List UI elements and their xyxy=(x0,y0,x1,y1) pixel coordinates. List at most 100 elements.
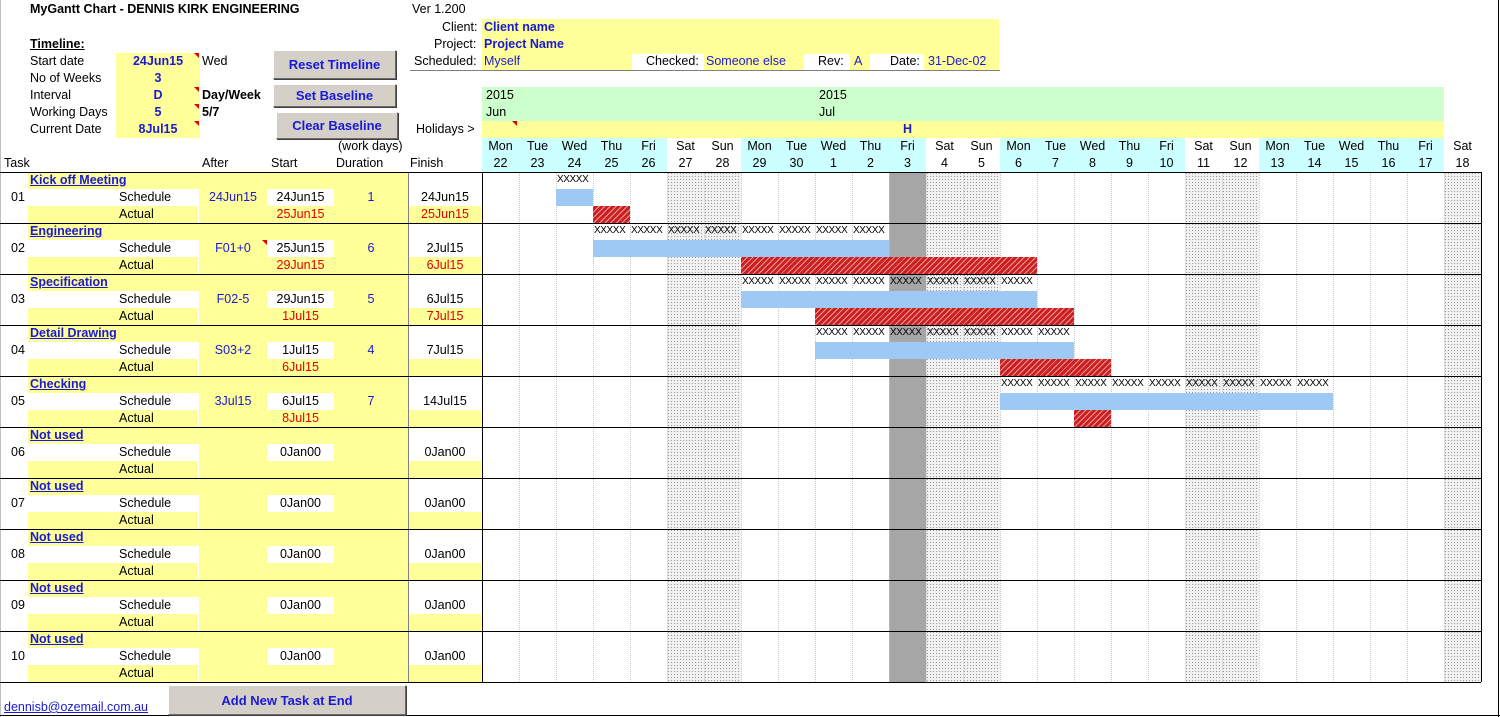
col-duration-note: (work days) xyxy=(338,139,403,153)
day-of-week: Fri xyxy=(641,139,656,153)
schedule-label: Schedule xyxy=(119,394,172,408)
baseline-mark: XXXXX xyxy=(1260,378,1292,389)
holiday-marker[interactable]: H xyxy=(889,122,926,136)
clear-baseline-button[interactable]: Clear Baseline xyxy=(276,112,398,139)
day-of-week: Wed xyxy=(820,139,847,153)
actual-label: Actual xyxy=(119,411,154,425)
scheduled-field[interactable]: Myself xyxy=(484,54,520,68)
interval-field[interactable]: D xyxy=(116,87,200,104)
day-of-month: 8 xyxy=(1089,156,1096,170)
task-name[interactable]: Not used xyxy=(30,581,83,595)
task-name[interactable]: Not used xyxy=(30,632,83,646)
after-field[interactable]: S03+2 xyxy=(199,343,267,357)
task-name[interactable]: Specification xyxy=(30,275,108,289)
actual-bar[interactable] xyxy=(593,206,630,223)
day-of-month: 26 xyxy=(641,156,656,170)
date-label: Date: xyxy=(890,54,920,68)
duration-field[interactable]: 6 xyxy=(334,241,408,255)
actual-finish-field[interactable]: 6Jul15 xyxy=(409,258,481,272)
baseline-mark: XXXXX xyxy=(816,276,848,287)
schedule-bar[interactable] xyxy=(1000,393,1333,410)
month-name: Jun xyxy=(486,105,507,119)
schedule-bar[interactable] xyxy=(815,342,1074,359)
day-of-month: 17 xyxy=(1418,156,1433,170)
actual-start-field[interactable]: 29Jun15 xyxy=(267,258,334,272)
actual-bar[interactable] xyxy=(815,308,1074,325)
duration-field[interactable]: 7 xyxy=(334,394,408,408)
day-of-month: 1 xyxy=(830,156,837,170)
day-of-month: 14 xyxy=(1307,156,1322,170)
actual-finish-field[interactable]: 25Jun15 xyxy=(409,207,481,221)
weeks-field[interactable]: 3 xyxy=(116,70,200,87)
interval-label: Interval xyxy=(30,88,71,102)
day-of-month: 13 xyxy=(1270,156,1285,170)
add-task-button[interactable]: Add New Task at End xyxy=(168,685,406,715)
task-number: 09 xyxy=(11,598,25,612)
task-name[interactable]: Detail Drawing xyxy=(30,326,117,340)
task-name[interactable]: Not used xyxy=(30,479,83,493)
actual-label: Actual xyxy=(119,615,154,629)
duration-field[interactable]: 4 xyxy=(334,343,408,357)
month-name: Jul xyxy=(819,105,835,119)
col-duration: Duration xyxy=(336,156,384,170)
day-of-month: 22 xyxy=(493,156,508,170)
duration-field[interactable]: 5 xyxy=(334,292,408,306)
after-field[interactable]: 3Jul15 xyxy=(199,394,267,408)
baseline-mark: XXXXX xyxy=(668,225,700,236)
day-of-week: Sat xyxy=(1453,139,1472,153)
task-name[interactable]: Not used xyxy=(30,530,83,544)
checked-field[interactable]: Someone else xyxy=(706,54,786,68)
day-of-month: 23 xyxy=(530,156,545,170)
finish-value: 0Jan00 xyxy=(424,547,466,561)
after-field[interactable]: F01+0 xyxy=(199,241,267,255)
duration-field[interactable]: 1 xyxy=(334,190,408,204)
task-number: 01 xyxy=(11,190,25,204)
day-of-month: 30 xyxy=(789,156,804,170)
client-field[interactable]: Client name xyxy=(484,20,555,34)
actual-bar[interactable] xyxy=(1074,410,1111,427)
after-field[interactable]: 24Jun15 xyxy=(199,190,267,204)
actual-start-field[interactable]: 6Jul15 xyxy=(267,360,334,374)
actual-bar[interactable] xyxy=(1000,359,1111,376)
actual-bar[interactable] xyxy=(741,257,1037,274)
set-baseline-button[interactable]: Set Baseline xyxy=(273,84,396,107)
schedule-bar[interactable] xyxy=(741,291,1037,308)
schedule-label: Schedule xyxy=(119,343,172,357)
actual-start-field[interactable]: 8Jul15 xyxy=(267,411,334,425)
schedule-bar[interactable] xyxy=(556,189,593,206)
day-of-week: Wed xyxy=(1338,139,1365,153)
start-value: 29Jun15 xyxy=(276,292,325,306)
task-number: 08 xyxy=(11,547,25,561)
working-days-field[interactable]: 5 xyxy=(116,104,200,121)
date-field[interactable]: 31-Dec-02 xyxy=(928,54,986,68)
rev-field[interactable]: A xyxy=(854,54,862,68)
project-field[interactable]: Project Name xyxy=(484,37,564,51)
reset-timeline-button[interactable]: Reset Timeline xyxy=(273,50,396,79)
day-of-month: 10 xyxy=(1159,156,1174,170)
actual-finish-field[interactable]: 7Jul15 xyxy=(409,309,481,323)
actual-start-field[interactable]: 1Jul15 xyxy=(267,309,334,323)
baseline-mark: XXXXX xyxy=(1112,378,1144,389)
day-of-week: Sat xyxy=(676,139,695,153)
schedule-bar[interactable] xyxy=(593,240,889,257)
baseline-mark: XXXXX xyxy=(853,276,885,287)
task-number: 10 xyxy=(11,649,25,663)
after-field[interactable]: F02-5 xyxy=(199,292,267,306)
email-link[interactable]: dennisb@ozemail.com.au xyxy=(4,700,148,714)
task-name[interactable]: Kick off Meeting xyxy=(30,173,127,187)
current-date-field[interactable]: 8Jul15 xyxy=(116,121,200,138)
start-date-field[interactable]: 24Jun15 xyxy=(116,53,200,70)
task-name[interactable]: Engineering xyxy=(30,224,102,238)
baseline-mark: XXXXX xyxy=(1297,378,1329,389)
actual-start-field[interactable]: 25Jun15 xyxy=(267,207,334,221)
comment-flag-icon xyxy=(512,121,517,126)
schedule-label: Schedule xyxy=(119,241,172,255)
day-of-month: 11 xyxy=(1197,156,1210,170)
timeline-heading: Timeline: xyxy=(30,37,85,51)
task-name[interactable]: Checking xyxy=(30,377,86,391)
rev-label: Rev: xyxy=(818,54,844,68)
schedule-label: Schedule xyxy=(119,496,172,510)
finish-value: 0Jan00 xyxy=(424,598,466,612)
holidays-band[interactable] xyxy=(482,121,1444,138)
task-name[interactable]: Not used xyxy=(30,428,83,442)
